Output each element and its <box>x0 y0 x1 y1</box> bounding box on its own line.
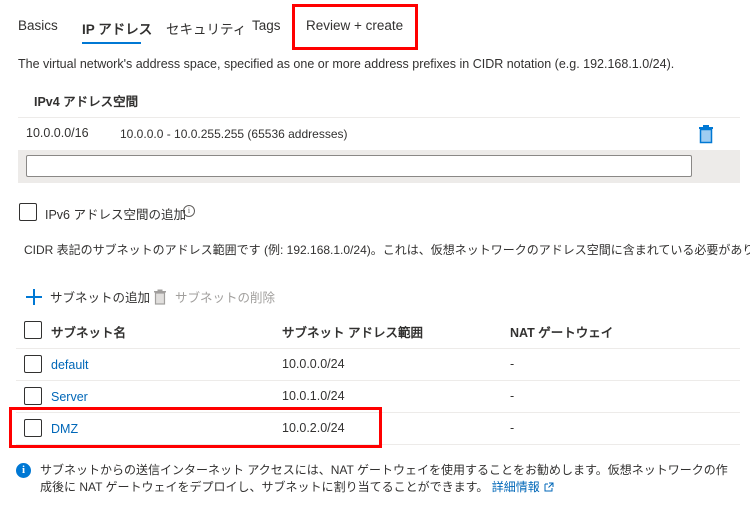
address-space-description: The virtual network's address space, spe… <box>18 57 675 71</box>
ipv4-address-space-header: IPv4 アドレス空間 <box>34 95 139 109</box>
address-range: 10.0.0.0 - 10.0.255.255 (65536 addresses… <box>120 127 348 141</box>
subnet-cidr-note: CIDR 表記のサブネットのアドレス範囲です (例: 192.168.1.0/2… <box>24 243 750 257</box>
ipv4-address-row: 10.0.0.0/16 10.0.0.0 - 10.0.255.255 (655… <box>18 118 740 150</box>
add-subnet-button[interactable]: サブネットの追加 <box>26 287 150 306</box>
divider <box>16 348 740 349</box>
active-tab-indicator <box>82 42 141 44</box>
ipv6-checkbox-label: IPv6 アドレス空間の追加 <box>45 208 186 222</box>
info-icon[interactable]: i <box>183 205 195 217</box>
divider <box>16 380 740 381</box>
learn-more-label: 詳細情報 <box>491 480 540 494</box>
subnet-name-link[interactable]: default <box>51 358 89 372</box>
tab-basics[interactable]: Basics <box>18 18 58 33</box>
subnet-nat: - <box>510 357 515 371</box>
tab-ip-addresses[interactable]: IP アドレス <box>82 18 152 38</box>
column-header-subnet-name[interactable]: サブネット名 <box>51 322 126 341</box>
trash-icon[interactable] <box>698 124 716 144</box>
column-header-nat-gateway[interactable]: NAT ゲートウェイ <box>510 322 613 341</box>
delete-subnet-label: サブネットの削除 <box>175 291 276 305</box>
trash-icon <box>153 289 167 308</box>
address-prefix-input[interactable] <box>26 155 692 177</box>
row-checkbox[interactable] <box>24 387 42 405</box>
row-checkbox[interactable] <box>24 355 42 373</box>
select-all-checkbox[interactable] <box>24 321 42 339</box>
subnet-nat: - <box>510 421 515 435</box>
info-icon: i <box>16 463 31 478</box>
subnet-nat: - <box>510 389 515 403</box>
tab-tags[interactable]: Tags <box>252 18 281 33</box>
tab-security[interactable]: セキュリティ <box>166 18 246 38</box>
column-header-address-range[interactable]: サブネット アドレス範囲 <box>282 322 423 341</box>
new-address-input-row <box>18 150 740 183</box>
add-subnet-label: サブネットの追加 <box>50 291 151 305</box>
external-link-icon <box>544 480 554 497</box>
address-prefix: 10.0.0.0/16 <box>26 126 89 140</box>
nat-gateway-message: サブネットからの送信インターネット アクセスには、NAT ゲートウェイを使用する… <box>40 463 728 494</box>
dmz-row-highlight <box>9 407 382 448</box>
delete-subnet-button[interactable]: サブネットの削除 <box>153 287 275 308</box>
subnet-range: 10.0.1.0/24 <box>282 389 345 403</box>
subnet-name-link[interactable]: Server <box>51 390 88 404</box>
ipv6-checkbox[interactable] <box>19 203 37 221</box>
nat-gateway-info: サブネットからの送信インターネット アクセスには、NAT ゲートウェイを使用する… <box>40 462 730 497</box>
review-create-highlight <box>292 4 418 50</box>
subnet-range: 10.0.0.0/24 <box>282 357 345 371</box>
plus-icon <box>26 289 42 305</box>
learn-more-link[interactable]: 詳細情報 <box>492 480 554 494</box>
